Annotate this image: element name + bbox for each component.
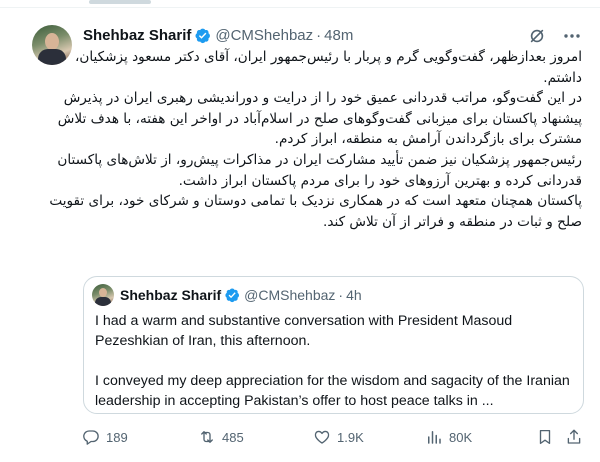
avatar-face: [99, 288, 107, 297]
quote-paragraph: I conveyed my deep appreciation for the …: [95, 373, 570, 409]
bookmark-button[interactable]: [536, 425, 554, 449]
bookmark-icon: [539, 429, 551, 445]
reply-icon: [83, 430, 99, 445]
retweet-button[interactable]: 485: [198, 425, 244, 449]
action-bar: 189 485 1.9K 80K: [73, 425, 585, 449]
avatar-body: [95, 297, 111, 306]
like-count: 1.9K: [337, 429, 364, 445]
author-handle[interactable]: @CMShehbaz: [215, 27, 313, 44]
tweet-paragraph: پاکستان همچنان متعهد است که در همکاری نز…: [49, 193, 582, 230]
verified-badge-icon[interactable]: [194, 27, 211, 44]
quote-text: I had a warm and substantive conversatio…: [95, 311, 573, 411]
tweet-paragraph: امروز بعدازظهر، گفت‌وگویی گرم و پربار با…: [75, 49, 582, 86]
retweet-count: 485: [222, 429, 244, 445]
tweet-header: Shehbaz Sharif @CMShehbaz · 48m: [83, 24, 353, 46]
like-button[interactable]: 1.9K: [313, 425, 364, 449]
share-button[interactable]: [565, 425, 583, 449]
views-button[interactable]: 80K: [425, 425, 472, 449]
top-scroll-edge: [0, 0, 600, 20]
views-icon: [428, 431, 441, 444]
grok-icon[interactable]: [528, 27, 546, 45]
verified-badge-icon: [224, 287, 240, 303]
separator-dot: ·: [338, 287, 344, 303]
more-icon[interactable]: [562, 27, 582, 45]
quote-paragraph: I had a warm and substantive conversatio…: [95, 313, 513, 349]
quote-timestamp: 4h: [346, 287, 362, 303]
views-count: 80K: [449, 429, 473, 445]
separator-dot: ·: [316, 26, 322, 44]
retweet-icon: [201, 431, 213, 443]
timestamp[interactable]: 48m: [324, 27, 353, 44]
reply-count: 189: [106, 429, 128, 445]
share-icon: [567, 429, 581, 444]
tweet-paragraph: در این گفت‌وگو، مراتب قدردانی عمیق خود ر…: [57, 90, 582, 148]
quoted-tweet[interactable]: Shehbaz Sharif @CMShehbaz · 4h I had a w…: [83, 276, 584, 414]
quote-author-name: Shehbaz Sharif: [120, 287, 222, 303]
tweet-text: امروز بعدازظهر، گفت‌وگویی گرم و پربار با…: [36, 47, 582, 232]
divider: [0, 7, 600, 8]
reply-button[interactable]: 189: [82, 425, 128, 449]
tweet-paragraph: رئیس‌جمهور پزشکیان نیز ضمن تأیید مشارکت …: [57, 151, 582, 189]
author-name[interactable]: Shehbaz Sharif: [83, 27, 191, 44]
quote-author-handle: @CMShehbaz: [244, 287, 336, 303]
quote-header: Shehbaz Sharif @CMShehbaz · 4h: [120, 285, 362, 305]
previous-post-edge: [89, 0, 151, 4]
like-icon: [314, 430, 330, 444]
quote-avatar: [92, 284, 114, 306]
